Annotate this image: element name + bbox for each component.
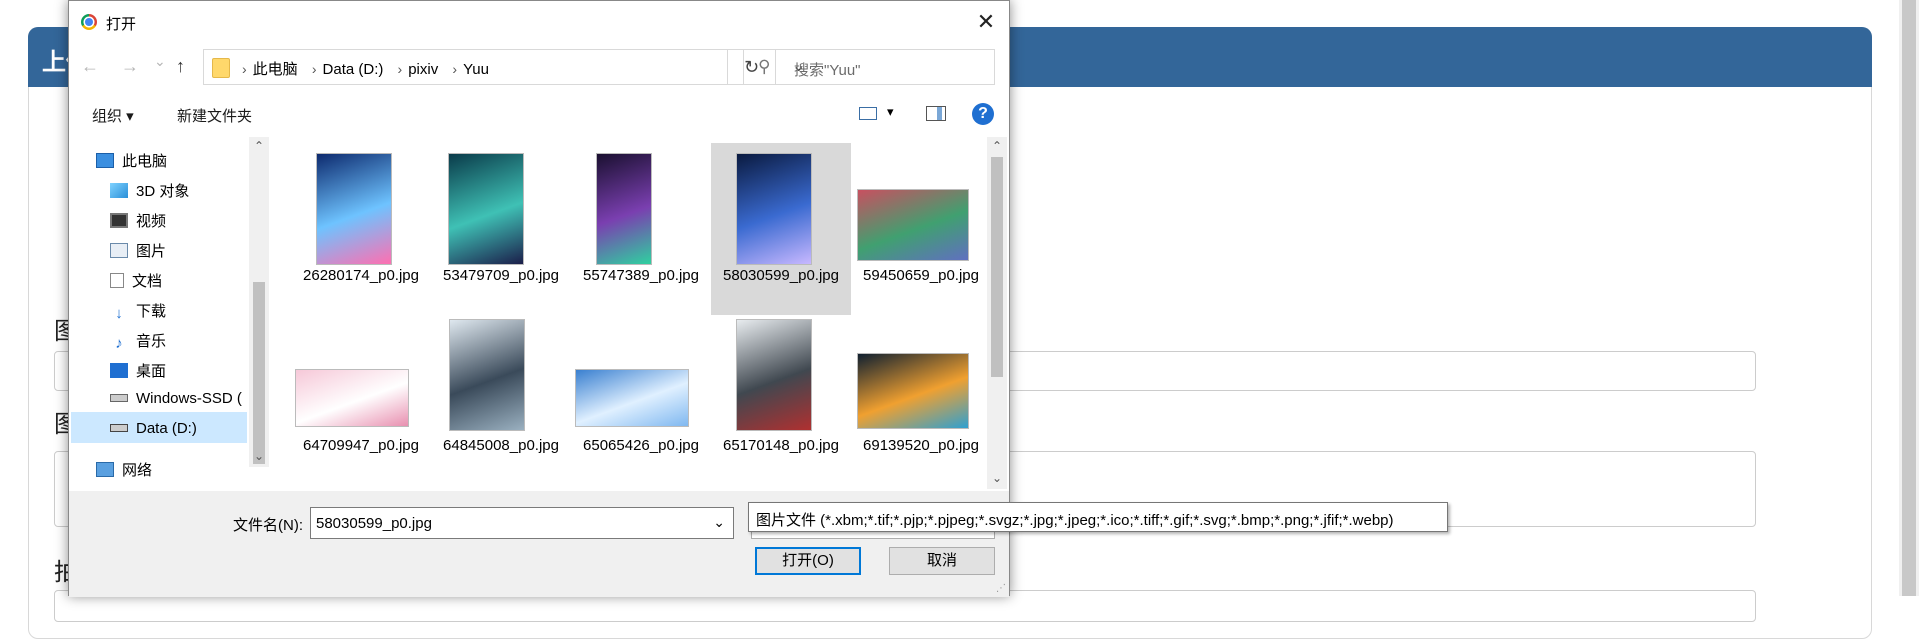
filename-value: 58030599_p0.jpg [316, 515, 432, 532]
filename-input[interactable]: 58030599_p0.jpg ⌄ [310, 507, 734, 539]
file-thumbnail [316, 153, 392, 265]
search-icon: ⚲ [758, 57, 771, 76]
scrollbar-thumb[interactable] [253, 282, 265, 464]
change-view-icon[interactable] [859, 107, 877, 120]
breadcrumb-item[interactable]: Yuu [463, 61, 489, 78]
navigation-pane: 此电脑 3D 对象 视频 图片 文档 ↓ 下载 ♪ 音乐 桌面 Windows-SS… [69, 137, 249, 487]
file-item[interactable]: 26280174_p0.jpg [291, 143, 431, 315]
file-name: 65170148_p0.jpg [723, 437, 839, 454]
cube-icon [110, 183, 128, 198]
drive-icon [110, 394, 128, 402]
picture-icon [110, 243, 128, 258]
network-icon [96, 462, 114, 477]
download-icon: ↓ [115, 305, 123, 322]
up-button[interactable]: ↑ [176, 56, 185, 77]
nav-item-this-pc[interactable]: 此电脑 [96, 150, 167, 171]
document-icon [110, 273, 124, 288]
file-list: 26280174_p0.jpg 53479709_p0.jpg 55747389_p… [269, 137, 985, 487]
search-box[interactable]: ⚲ 搜索"Yuu" [743, 49, 995, 85]
preview-pane-icon[interactable] [926, 106, 946, 121]
file-item[interactable]: 58030599_p0.jpg [711, 143, 851, 315]
file-thumbnail [575, 369, 689, 427]
file-item[interactable]: 64845008_p0.jpg [431, 313, 571, 485]
video-icon [110, 213, 128, 228]
close-button[interactable]: ✕ [963, 1, 1009, 43]
new-folder-button[interactable]: 新建文件夹 [177, 105, 252, 126]
file-thumbnail [857, 189, 969, 261]
scroll-down-arrow[interactable]: ⌄ [254, 449, 264, 463]
file-thumbnail [596, 153, 652, 265]
file-list-scrollbar[interactable]: ⌃ ⌄ [987, 137, 1007, 489]
scroll-up-arrow[interactable]: ⌃ [992, 139, 1002, 153]
breadcrumb: › 此电脑 › Data (D:) › pixiv › Yuu [242, 61, 489, 78]
forward-button[interactable]: → [121, 56, 139, 77]
dialog-toolbar: 组织 ▾ 新建文件夹 ▾ ? [69, 97, 1009, 133]
page-scrollbar-thumb[interactable] [1902, 0, 1916, 596]
file-thumbnail [295, 369, 409, 427]
file-name: 65065426_p0.jpg [583, 437, 699, 454]
help-icon[interactable]: ? [972, 103, 994, 125]
filetype-tooltip-text: 图片文件 (*.xbm;*.tif;*.pjp;*.pjpeg;*.svgz;*… [756, 512, 1394, 529]
nav-item-videos[interactable]: 视频 [110, 210, 166, 231]
filename-dropdown-button[interactable]: ⌄ [713, 514, 725, 531]
folder-icon [212, 58, 230, 78]
view-dropdown-button[interactable]: ▾ [887, 104, 894, 120]
page-scrollbar[interactable] [1899, 0, 1919, 596]
file-name: 58030599_p0.jpg [723, 267, 839, 284]
file-name: 64709947_p0.jpg [303, 437, 419, 454]
file-name: 59450659_p0.jpg [863, 267, 979, 284]
file-item[interactable]: 65170148_p0.jpg [711, 313, 851, 485]
filetype-tooltip: 图片文件 (*.xbm;*.tif;*.pjp;*.pjpeg;*.svgz;*… [748, 502, 1448, 532]
chrome-icon [81, 14, 97, 30]
address-bar[interactable]: › 此电脑 › Data (D:) › pixiv › Yuu ⌄ [203, 49, 805, 85]
nav-item-documents[interactable]: 文档 [110, 270, 162, 291]
nav-item-pictures[interactable]: 图片 [110, 240, 166, 261]
scrollbar-thumb[interactable] [991, 157, 1003, 377]
cancel-button[interactable]: 取消 [889, 547, 995, 575]
breadcrumb-item[interactable]: 此电脑 [253, 61, 298, 78]
navigation-bar: ← → ⌄ ↑ › 此电脑 › Data (D:) › pixiv › Yuu ⌄ ↻ … [69, 47, 1009, 87]
file-item[interactable]: 64709947_p0.jpg [291, 313, 431, 485]
file-item[interactable]: 59450659_p0.jpg [851, 143, 985, 315]
file-thumbnail [736, 153, 812, 265]
navigation-pane-scrollbar[interactable]: ⌃ ⌄ [249, 137, 269, 467]
file-item[interactable]: 65065426_p0.jpg [571, 313, 711, 485]
drive-icon [110, 424, 128, 432]
file-thumbnail [736, 319, 812, 431]
file-name: 69139520_p0.jpg [863, 437, 979, 454]
organize-menu[interactable]: 组织 ▾ [92, 105, 134, 126]
breadcrumb-item[interactable]: Data (D:) [323, 61, 384, 78]
open-button[interactable]: 打开(O) [755, 547, 861, 575]
file-thumbnail [857, 353, 969, 429]
dialog-titlebar[interactable]: 打开 ✕ [69, 1, 1009, 43]
file-name: 64845008_p0.jpg [443, 437, 559, 454]
search-placeholder: 搜索"Yuu" [794, 62, 861, 79]
file-name: 53479709_p0.jpg [443, 267, 559, 284]
nav-item-music[interactable]: ♪ 音乐 [110, 330, 166, 351]
file-name: 55747389_p0.jpg [583, 267, 699, 284]
scroll-down-arrow[interactable]: ⌄ [992, 471, 1002, 485]
file-thumbnail [448, 153, 524, 265]
filename-label: 文件名(N): [233, 517, 303, 534]
back-button[interactable]: ← [81, 56, 99, 77]
file-item[interactable]: 55747389_p0.jpg [571, 143, 711, 315]
breadcrumb-item[interactable]: pixiv [408, 61, 438, 78]
music-icon: ♪ [115, 335, 123, 352]
computer-icon [96, 153, 114, 168]
resize-grip[interactable]: ⋰ [996, 583, 1006, 594]
recent-locations-button[interactable]: ⌄ [154, 53, 166, 70]
file-name: 26280174_p0.jpg [303, 267, 419, 284]
nav-item-windows-ssd[interactable]: Windows-SSD ( [110, 390, 242, 407]
nav-item-network[interactable]: 网络 [96, 459, 152, 480]
scroll-up-arrow[interactable]: ⌃ [254, 139, 264, 153]
dialog-title: 打开 [106, 16, 137, 33]
nav-item-desktop[interactable]: 桌面 [110, 360, 166, 381]
file-item[interactable]: 69139520_p0.jpg [851, 313, 985, 485]
nav-item-3d-objects[interactable]: 3D 对象 [110, 180, 189, 201]
file-item[interactable]: 53479709_p0.jpg [431, 143, 571, 315]
desktop-icon [110, 363, 128, 378]
nav-item-data-d[interactable]: Data (D:) [110, 420, 197, 437]
nav-item-downloads[interactable]: ↓ 下载 [110, 300, 166, 321]
file-thumbnail [449, 319, 525, 431]
